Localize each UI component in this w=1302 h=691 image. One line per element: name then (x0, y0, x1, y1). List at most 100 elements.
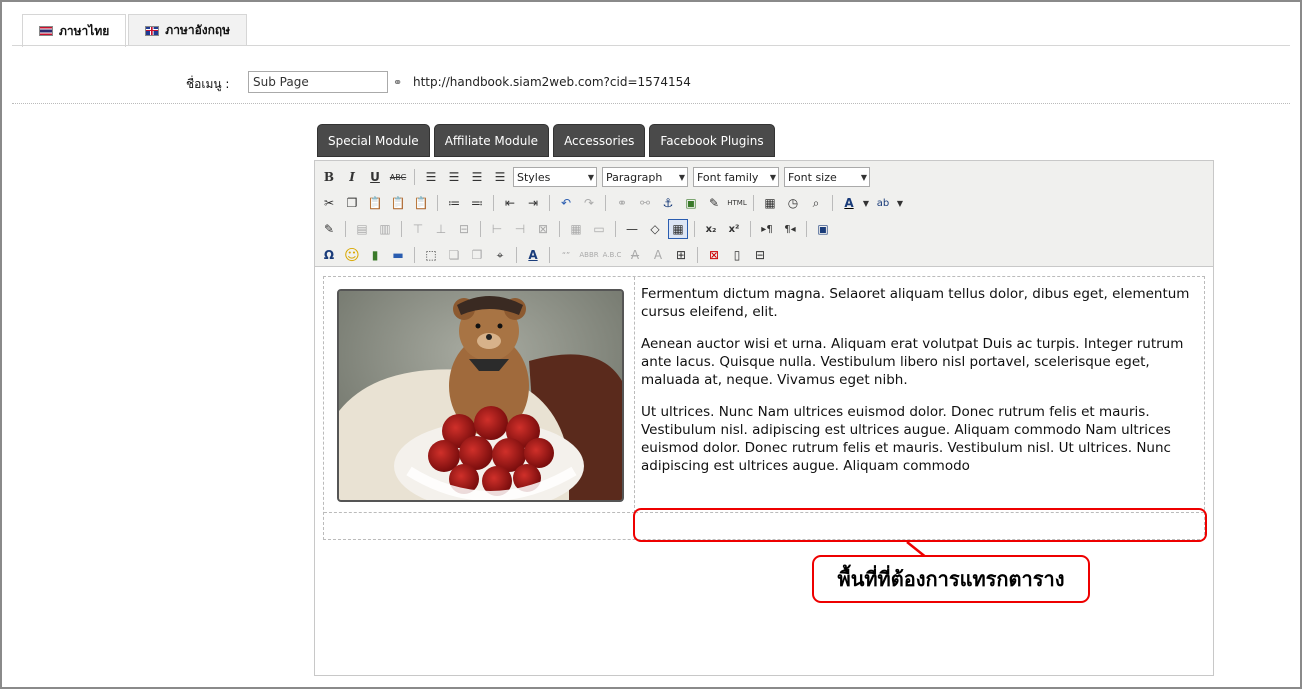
text-color-icon[interactable]: A (839, 193, 859, 213)
align-left-icon[interactable]: ☰ (421, 167, 441, 187)
paragraph[interactable]: Ut ultrices. Nunc Nam ultrices euismod d… (641, 403, 1198, 475)
bullet-list-icon[interactable]: ≔ (444, 193, 464, 213)
table-icon[interactable]: ▦ (668, 219, 688, 239)
horizontal-rule-icon[interactable]: — (622, 219, 642, 239)
special-char-icon[interactable]: Ω (319, 245, 339, 265)
link-icon[interactable]: ⚭ (612, 193, 632, 213)
font-family-select[interactable]: Font family ▼ (693, 167, 779, 187)
undo-icon[interactable]: ↶ (556, 193, 576, 213)
acronym-icon[interactable]: A.B.C (602, 245, 622, 265)
font-size-select[interactable]: Font size ▼ (784, 167, 870, 187)
delete-col-icon[interactable]: ⊠ (533, 219, 553, 239)
affiliate-module-button[interactable]: Affiliate Module (433, 124, 550, 157)
html-icon[interactable]: HTML (727, 193, 747, 213)
accessories-button[interactable]: Accessories (553, 124, 646, 157)
cell-props-icon[interactable]: ▥ (375, 219, 395, 239)
row-props-icon[interactable]: ▤ (352, 219, 372, 239)
merge-cells-icon[interactable]: ▭ (589, 219, 609, 239)
edit-icon[interactable]: ✎ (319, 219, 339, 239)
tab-divider (12, 45, 1290, 46)
preview-icon[interactable]: ⌕ (806, 193, 826, 213)
thai-flag-icon (39, 26, 53, 36)
subscript-icon[interactable]: x₂ (701, 219, 721, 239)
strikethrough-icon[interactable]: ABC (388, 167, 408, 187)
superscript-icon[interactable]: x² (724, 219, 744, 239)
justify-icon[interactable]: ☰ (490, 167, 510, 187)
table-cell-text[interactable]: Fermentum dictum magna. Selaoret aliquam… (635, 277, 1204, 513)
format-select-label: Paragraph (606, 170, 663, 184)
menu-name-label: ชื่อเมนู : (186, 77, 230, 91)
underline-icon[interactable]: U (365, 167, 385, 187)
media-icon[interactable]: ▮ (365, 245, 385, 265)
cite-icon[interactable]: “” (556, 245, 576, 265)
split-cells-icon[interactable]: ▦ (566, 219, 586, 239)
editor-content[interactable]: Fermentum dictum magna. Selaoret aliquam… (315, 268, 1213, 675)
paste-word-icon[interactable]: 📋 (411, 193, 431, 213)
indent-icon[interactable]: ⇥ (523, 193, 543, 213)
insert-date-icon[interactable]: ▦ (760, 193, 780, 213)
chevron-down-icon[interactable]: ▼ (896, 193, 904, 213)
ins-icon[interactable]: A (648, 245, 668, 265)
emoticon-icon[interactable]: ☺ (342, 245, 362, 265)
rtl-icon[interactable]: ¶◂ (780, 219, 800, 239)
delete-row-icon[interactable]: ⊟ (454, 219, 474, 239)
bold-icon[interactable]: B (319, 167, 339, 187)
format-select[interactable]: Paragraph ▼ (602, 167, 688, 187)
styleprops-icon[interactable]: A (523, 245, 543, 265)
callout-bubble: พื้นที่ที่ต้องการแทรกตาราง (812, 555, 1090, 603)
menu-name-input[interactable] (248, 71, 388, 93)
outdent-icon[interactable]: ⇤ (500, 193, 520, 213)
page-break-icon[interactable]: ▬ (388, 245, 408, 265)
move-forward-icon[interactable]: ❏ (444, 245, 464, 265)
align-right-icon[interactable]: ☰ (467, 167, 487, 187)
absolute-icon[interactable]: ⌖ (490, 245, 510, 265)
table-cell-image[interactable] (324, 277, 635, 513)
content-table[interactable]: Fermentum dictum magna. Selaoret aliquam… (323, 276, 1205, 540)
del-icon[interactable]: A (625, 245, 645, 265)
insert-row-before-icon[interactable]: ⊤ (408, 219, 428, 239)
anchor-icon[interactable]: ⚓ (658, 193, 678, 213)
copy-icon[interactable]: ❐ (342, 193, 362, 213)
module-buttons: Special Module Affiliate Module Accessor… (317, 124, 775, 157)
attributes-icon[interactable]: ⊞ (671, 245, 691, 265)
cleanup-icon[interactable]: ✎ (704, 193, 724, 213)
cut-icon[interactable]: ✂ (319, 193, 339, 213)
numbered-list-icon[interactable]: ≕ (467, 193, 487, 213)
chevron-down-icon: ▼ (587, 172, 594, 182)
insert-col-before-icon[interactable]: ⊢ (487, 219, 507, 239)
abbr-icon[interactable]: ABBR (579, 245, 599, 265)
highlight-color-icon[interactable]: ab (873, 193, 893, 213)
redo-icon[interactable]: ↷ (579, 193, 599, 213)
tab-english[interactable]: ภาษาอังกฤษ (128, 14, 248, 46)
fullscreen-icon[interactable]: ▣ (813, 219, 833, 239)
table-cell-empty-left[interactable] (324, 513, 635, 539)
italic-icon[interactable]: I (342, 167, 362, 187)
chevron-down-icon: ▼ (860, 172, 867, 182)
insert-layer-icon[interactable]: ⬚ (421, 245, 441, 265)
nonbreaking-icon[interactable]: ⊠ (704, 245, 724, 265)
teddy-bear-photo[interactable] (337, 289, 624, 502)
paste-icon[interactable]: 📋 (365, 193, 385, 213)
template-icon[interactable]: ▯ (727, 245, 747, 265)
align-center-icon[interactable]: ☰ (444, 167, 464, 187)
facebook-plugins-button[interactable]: Facebook Plugins (649, 124, 775, 157)
unlink-icon[interactable]: ⚯ (635, 193, 655, 213)
paragraph[interactable]: Aenean auctor wisi et urna. Aliquam erat… (641, 335, 1198, 389)
special-module-button[interactable]: Special Module (317, 124, 430, 157)
move-backward-icon[interactable]: ❐ (467, 245, 487, 265)
eraser-icon[interactable]: ◇ (645, 219, 665, 239)
divider (12, 103, 1290, 104)
paste-text-icon[interactable]: 📋 (388, 193, 408, 213)
paragraph[interactable]: Fermentum dictum magna. Selaoret aliquam… (641, 285, 1198, 321)
chevron-down-icon[interactable]: ▼ (862, 193, 870, 213)
insert-col-after-icon[interactable]: ⊣ (510, 219, 530, 239)
insert-row-after-icon[interactable]: ⊥ (431, 219, 451, 239)
styles-select[interactable]: Styles ▼ (513, 167, 597, 187)
tab-thai[interactable]: ภาษาไทย (22, 14, 127, 47)
ltr-icon[interactable]: ▸¶ (757, 219, 777, 239)
visual-aid-icon[interactable]: ⊟ (750, 245, 770, 265)
chevron-down-icon: ▼ (769, 172, 776, 182)
image-icon[interactable]: ▣ (681, 193, 701, 213)
insert-time-icon[interactable]: ◷ (783, 193, 803, 213)
page-url[interactable]: http://handbook.siam2web.com?cid=1574154 (413, 75, 691, 89)
